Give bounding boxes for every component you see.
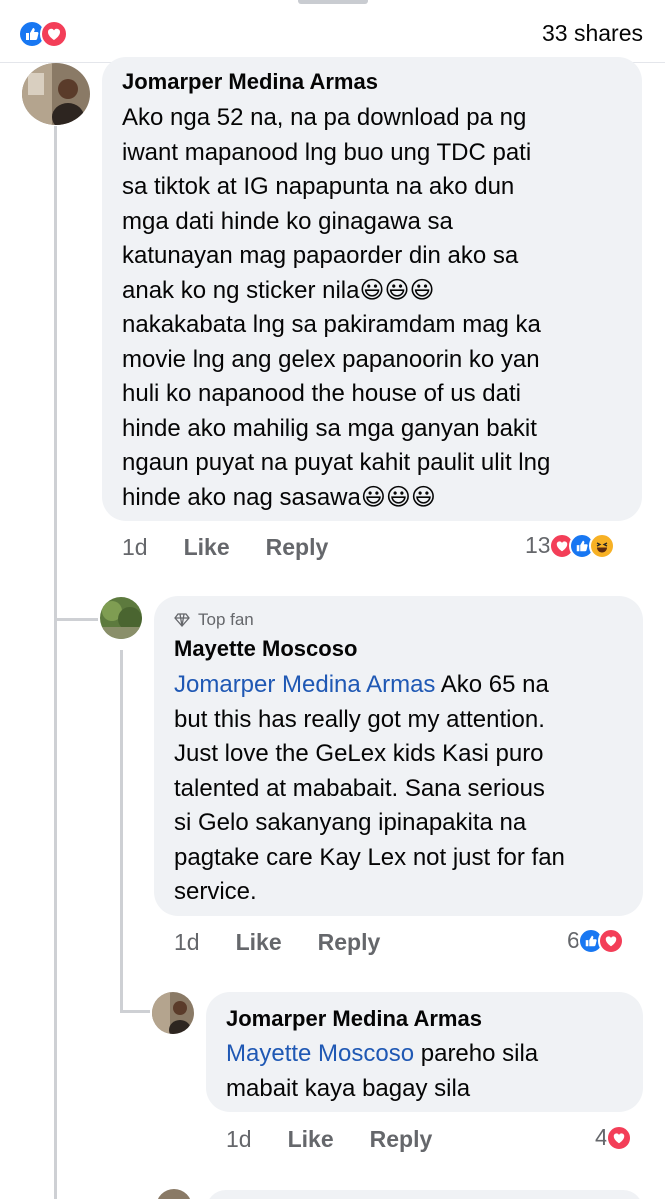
like-button[interactable]: Like	[288, 1126, 334, 1153]
comment-reactions[interactable]: 4	[595, 1124, 632, 1151]
comment-line: anak ko ng sticker nila😃😃😃	[122, 276, 435, 304]
comment-line: si Gelo sakanyang ipinapakita na	[174, 809, 527, 836]
comment-line: hinde ako nag sasawa😃😃😃	[122, 483, 436, 511]
comment-text: Mayette Moscoso pareho sila mabait kaya …	[226, 1037, 538, 1106]
post-reaction-summary[interactable]	[18, 20, 78, 48]
comment-line: movie lng ang gelex papanoorin ko yan	[122, 345, 540, 373]
thread-connector	[54, 618, 98, 621]
avatar[interactable]	[100, 597, 142, 639]
comment-actions: 1d Like Reply	[174, 929, 416, 956]
comment-line: Ako nga 52 na, na pa download pa ng	[122, 104, 527, 131]
thread-line	[54, 126, 57, 620]
avatar[interactable]	[156, 1189, 192, 1199]
comment-line: sa tiktok at IG napapunta na ako dun	[122, 173, 515, 200]
comment-line: nakakabata lng sa pakiramdam mag ka	[122, 311, 541, 338]
comment-bubble: Jomarper Medina Armas Ako nga 52 na, na …	[102, 57, 642, 521]
comment-line: hinde ako mahilig sa mga ganyan bakit	[122, 414, 537, 442]
reaction-count: 13	[525, 532, 551, 558]
reply-button[interactable]: Reply	[318, 929, 381, 956]
comment-time[interactable]: 1d	[226, 1126, 252, 1153]
comment-line: pagtake care Kay Lex not just for fan	[174, 843, 565, 871]
comment-time[interactable]: 1d	[122, 534, 148, 561]
thread-line	[120, 650, 123, 1012]
comment-line: but this has really got my attention.	[174, 705, 545, 733]
avatar[interactable]	[152, 992, 194, 1034]
love-icon	[605, 1124, 632, 1151]
shares-count[interactable]: 33 shares	[542, 20, 643, 47]
thread-line	[54, 620, 57, 1199]
comment-line: pareho sila	[414, 1040, 539, 1067]
comment-bubble: Top fan Mayette Moscoso Jomarper Medina …	[154, 596, 643, 916]
comment-line: mga dati hinde ko ginagawa sa	[122, 207, 453, 235]
comment-reactions[interactable]: 13	[525, 532, 615, 559]
comment-line: iwant mapanood lng buo ung TDC pati	[122, 138, 532, 166]
sheet-drag-handle[interactable]	[298, 0, 368, 4]
comment-line: Ako 65 na	[435, 671, 549, 698]
comment-reactions[interactable]: 6	[567, 927, 624, 954]
comment-author[interactable]: Jomarper Medina Armas	[226, 1006, 482, 1032]
reply-button[interactable]: Reply	[370, 1126, 433, 1153]
mention-link[interactable]: Jomarper Medina Armas	[174, 671, 435, 698]
comment-time[interactable]: 1d	[174, 929, 200, 956]
top-fan-label: Top fan	[198, 610, 254, 629]
comment-actions: 1d Like Reply	[226, 1126, 468, 1153]
comment-line: huli ko napanood the house of us dati	[122, 380, 521, 407]
like-button[interactable]: Like	[184, 534, 230, 561]
comment-actions: 1d Like Reply	[122, 534, 364, 561]
comment-author[interactable]: Mayette Moscoso	[174, 636, 357, 662]
comment-line: mabait kaya bagay sila	[226, 1074, 471, 1102]
comment-text: Jomarper Medina Armas Ako 65 na but this…	[174, 668, 565, 910]
comment-line: Just love the GeLex kids Kasi puro	[174, 740, 544, 767]
love-icon	[40, 20, 68, 48]
haha-icon	[588, 532, 615, 559]
top-fan-badge: Top fan	[174, 610, 254, 630]
diamond-icon	[174, 613, 190, 627]
like-button[interactable]: Like	[236, 929, 282, 956]
comment-line: service.	[174, 878, 257, 905]
comment-line: talented at mababait. Sana serious	[174, 774, 545, 802]
mention-link[interactable]: Mayette Moscoso	[226, 1040, 414, 1067]
reply-button[interactable]: Reply	[266, 534, 329, 561]
comment-text: Ako nga 52 na, na pa download pa ng iwan…	[122, 101, 550, 515]
comment-bubble: Jomarper Medina Armas Mayette Moscoso pa…	[206, 992, 643, 1112]
thread-connector	[120, 1010, 150, 1013]
comment-line: katunayan mag papaorder din ako sa	[122, 242, 519, 269]
comment-author[interactable]: Jomarper Medina Armas	[122, 69, 378, 95]
love-icon	[597, 927, 624, 954]
comment-line: ngaun puyat na puyat kahit paulit ulit l…	[122, 449, 551, 476]
comment-bubble	[206, 1190, 643, 1199]
avatar[interactable]	[22, 63, 90, 125]
